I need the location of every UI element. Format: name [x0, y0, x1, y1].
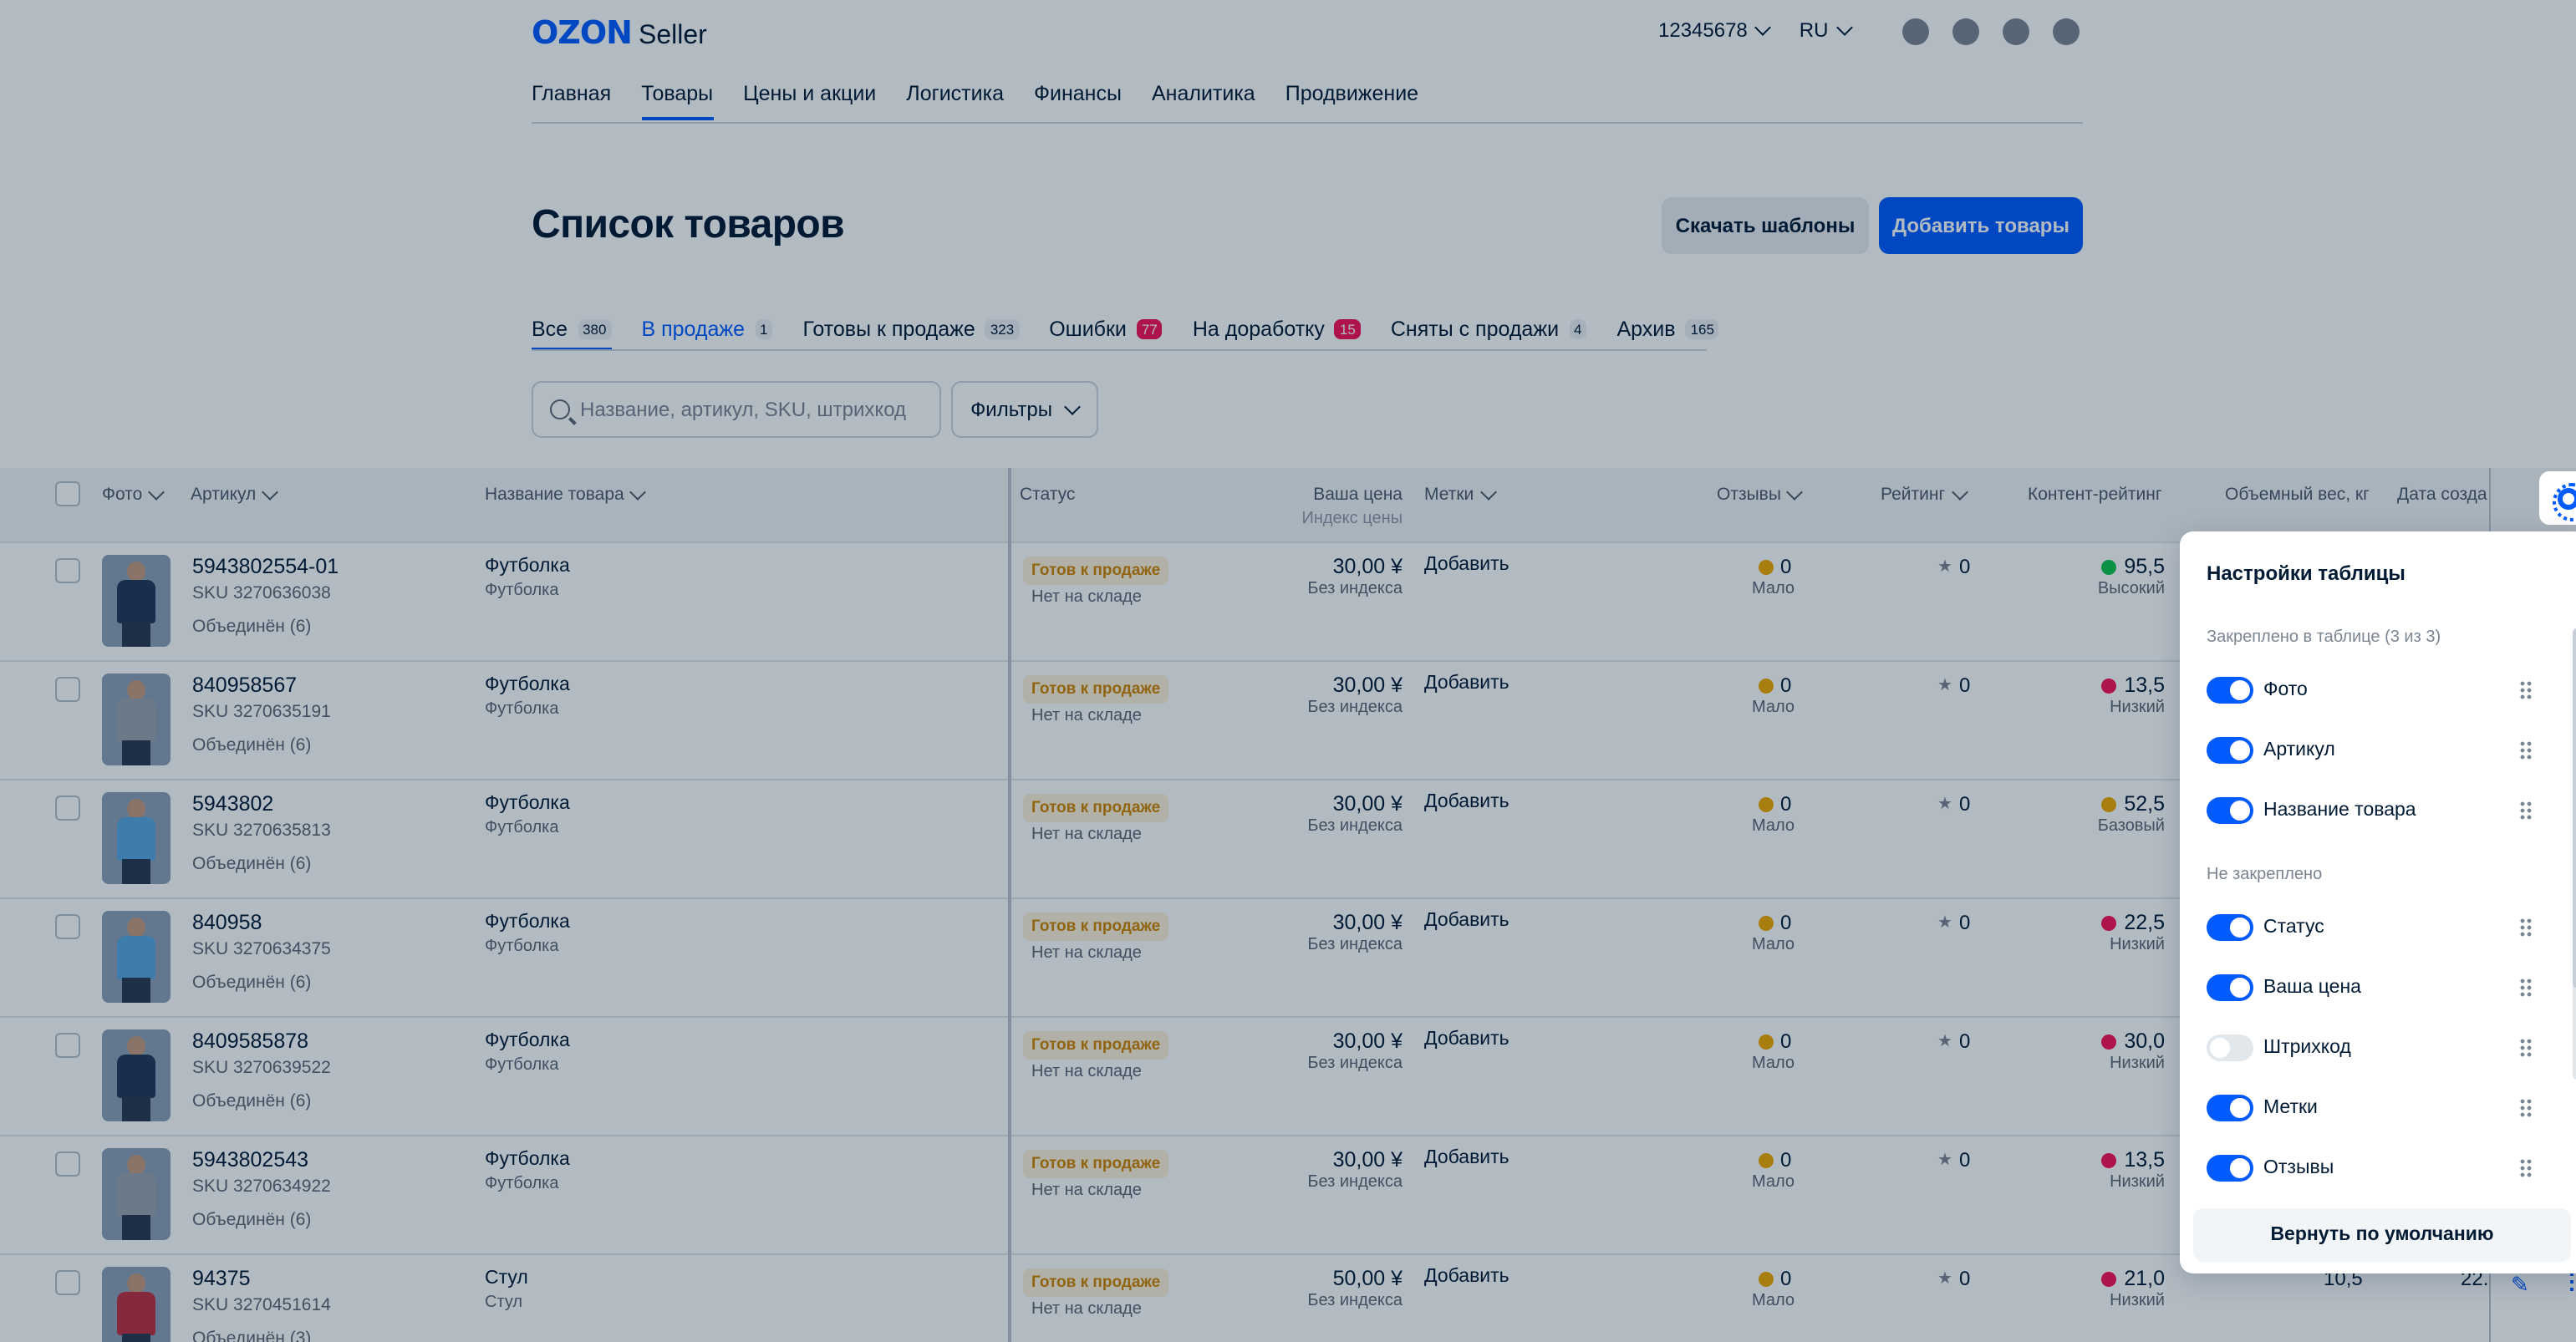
- panel-title: Настройки таблицы: [2207, 562, 2405, 585]
- column-toggle[interactable]: [2207, 1034, 2253, 1061]
- drag-handle-icon[interactable]: [2519, 1098, 2533, 1118]
- column-toggle[interactable]: [2207, 1155, 2253, 1182]
- drag-handle-icon[interactable]: [2519, 1038, 2533, 1058]
- gear-icon: [2552, 482, 2576, 521]
- column-toggle[interactable]: [2207, 797, 2253, 824]
- column-option[interactable]: Штрихкод: [2207, 1031, 2534, 1065]
- column-option-label: Название товара: [2263, 801, 2416, 821]
- column-option[interactable]: Название товара: [2207, 794, 2534, 827]
- column-option-label: Отзывы: [2263, 1158, 2334, 1178]
- column-option[interactable]: Артикул: [2207, 734, 2534, 767]
- column-option[interactable]: Фото: [2207, 674, 2534, 707]
- column-option[interactable]: Статус: [2207, 911, 2534, 944]
- panel-scrollbar[interactable]: [2573, 628, 2576, 1080]
- drag-handle-icon[interactable]: [2519, 740, 2533, 760]
- column-option[interactable]: Ваша цена: [2207, 971, 2534, 1004]
- column-option[interactable]: Отзывы: [2207, 1151, 2534, 1185]
- column-toggle[interactable]: [2207, 737, 2253, 764]
- column-option-label: Штрихкод: [2263, 1038, 2351, 1058]
- column-option[interactable]: Метки: [2207, 1091, 2534, 1125]
- pinned-section-label: Закреплено в таблице (3 из 3): [2207, 628, 2441, 647]
- column-toggle[interactable]: [2207, 974, 2253, 1001]
- column-toggle[interactable]: [2207, 914, 2253, 941]
- column-option-label: Ваша цена: [2263, 978, 2361, 998]
- table-settings-button[interactable]: [2539, 471, 2576, 525]
- column-option-label: Фото: [2263, 680, 2308, 700]
- drag-handle-icon[interactable]: [2519, 801, 2533, 821]
- unpinned-section-label: Не закреплено: [2207, 866, 2323, 884]
- reset-default-button[interactable]: Вернуть по умолчанию: [2193, 1208, 2571, 1262]
- table-settings-panel: Настройки таблицы Закреплено в таблице (…: [2180, 531, 2576, 1273]
- column-toggle[interactable]: [2207, 677, 2253, 704]
- column-toggle[interactable]: [2207, 1095, 2253, 1121]
- column-option-label: Статус: [2263, 918, 2324, 938]
- scrollbar-thumb[interactable]: [2573, 628, 2576, 988]
- drag-handle-icon[interactable]: [2519, 918, 2533, 938]
- drag-handle-icon[interactable]: [2519, 680, 2533, 700]
- drag-handle-icon[interactable]: [2519, 1158, 2533, 1178]
- drag-handle-icon[interactable]: [2519, 978, 2533, 998]
- column-option-label: Метки: [2263, 1098, 2318, 1118]
- column-option-label: Артикул: [2263, 740, 2335, 760]
